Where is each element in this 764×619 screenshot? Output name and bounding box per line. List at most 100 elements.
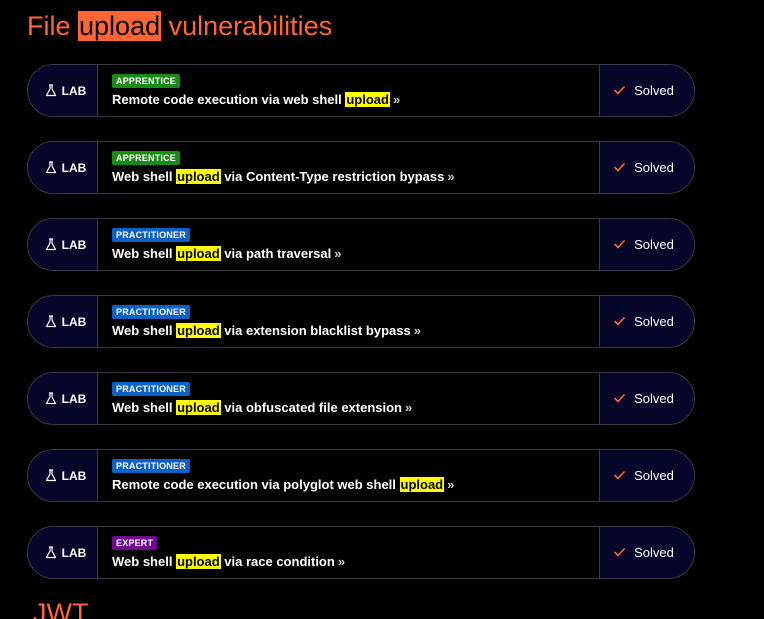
- flask-icon: [45, 392, 56, 405]
- lab-title-before: Remote code execution via web shell: [112, 91, 346, 107]
- section-title-before: File: [27, 11, 79, 41]
- lab-card[interactable]: LAB PRACTITIONER Remote code execution v…: [27, 449, 695, 502]
- lab-type-label: LAB: [61, 237, 87, 252]
- chevron-double-right-icon: »: [447, 476, 455, 492]
- status-solved: Solved: [599, 527, 694, 578]
- status-label: Solved: [634, 237, 674, 252]
- lab-type-label: LAB: [61, 468, 87, 483]
- lab-title-highlight: upload: [176, 399, 221, 415]
- lab-body: APPRENTICE Web shell upload via Content-…: [98, 142, 599, 193]
- section-title: File upload vulnerabilities: [27, 9, 332, 43]
- lab-card[interactable]: LAB PRACTITIONER Web shell upload via ex…: [27, 295, 695, 348]
- status-solved: Solved: [599, 373, 694, 424]
- lab-title-link[interactable]: Web shell upload via Content-Type restri…: [112, 168, 599, 185]
- lab-title-highlight: upload: [345, 91, 390, 107]
- lab-body: EXPERT Web shell upload via race conditi…: [98, 527, 599, 578]
- lab-title-highlight: upload: [176, 245, 221, 261]
- level-badge: APPRENTICE: [112, 73, 181, 88]
- status-solved: Solved: [599, 296, 694, 347]
- chevron-double-right-icon: »: [337, 553, 346, 569]
- flask-icon: [45, 469, 56, 482]
- lab-title-before: Web shell: [112, 553, 177, 569]
- lab-type-tag: LAB: [28, 219, 98, 270]
- lab-type-tag: LAB: [28, 142, 98, 193]
- level-badge: EXPERT: [112, 535, 158, 550]
- lab-title-link[interactable]: Remote code execution via polyglot web s…: [112, 476, 599, 493]
- check-icon: [614, 240, 625, 249]
- level-badge: PRACTITIONER: [112, 227, 190, 242]
- lab-body: PRACTITIONER Web shell upload via extens…: [98, 296, 599, 347]
- check-icon: [614, 471, 625, 480]
- lab-title-link[interactable]: Remote code execution via web shell uplo…: [112, 91, 599, 108]
- status-solved: Solved: [599, 142, 694, 193]
- status-label: Solved: [634, 83, 674, 98]
- lab-card[interactable]: LAB APPRENTICE Remote code execution via…: [27, 64, 695, 117]
- lab-title-after: via path traversal: [220, 245, 332, 261]
- lab-type-tag: LAB: [28, 527, 98, 578]
- lab-type-label: LAB: [61, 314, 87, 329]
- lab-title-highlight: upload: [176, 322, 221, 338]
- chevron-double-right-icon: »: [405, 399, 413, 415]
- lab-type-tag: LAB: [28, 373, 98, 424]
- section-title-after: vulnerabilities: [161, 11, 333, 41]
- lab-title-before: Web shell: [112, 168, 177, 184]
- lab-title-after: via obfuscated file extension: [220, 399, 402, 415]
- chevron-double-right-icon: »: [447, 168, 455, 184]
- lab-body: APPRENTICE Remote code execution via web…: [98, 65, 599, 116]
- chevron-double-right-icon: »: [392, 91, 401, 107]
- lab-title-after: via extension blacklist bypass: [220, 322, 411, 338]
- status-label: Solved: [634, 468, 674, 483]
- lab-title-highlight: upload: [176, 168, 221, 184]
- lab-type-label: LAB: [61, 160, 87, 175]
- lab-card[interactable]: LAB PRACTITIONER Web shell upload via ob…: [27, 372, 695, 425]
- lab-title-link[interactable]: Web shell upload via path traversal»: [112, 245, 599, 262]
- flask-icon: [45, 546, 56, 559]
- status-label: Solved: [634, 545, 674, 560]
- status-solved: Solved: [599, 219, 694, 270]
- chevron-double-right-icon: »: [413, 322, 421, 338]
- lab-card[interactable]: LAB PRACTITIONER Web shell upload via pa…: [27, 218, 695, 271]
- level-badge: PRACTITIONER: [112, 381, 190, 396]
- chevron-double-right-icon: »: [334, 245, 342, 261]
- lab-card[interactable]: LAB EXPERT Web shell upload via race con…: [27, 526, 695, 579]
- lab-body: PRACTITIONER Remote code execution via p…: [98, 450, 599, 501]
- next-section-title: JWT: [33, 598, 89, 619]
- check-icon: [614, 548, 625, 557]
- lab-title-highlight: upload: [399, 476, 445, 492]
- lab-type-label: LAB: [61, 83, 87, 98]
- lab-type-tag: LAB: [28, 65, 98, 116]
- lab-body: PRACTITIONER Web shell upload via path t…: [98, 219, 599, 270]
- lab-list: LAB APPRENTICE Remote code execution via…: [27, 64, 695, 603]
- status-solved: Solved: [599, 65, 694, 116]
- status-label: Solved: [634, 391, 674, 406]
- status-label: Solved: [634, 160, 674, 175]
- page: File upload vulnerabilities LAB APPRENTI…: [0, 0, 764, 619]
- lab-title-before: Web shell: [112, 322, 177, 338]
- flask-icon: [45, 84, 56, 97]
- status-solved: Solved: [599, 450, 694, 501]
- lab-type-tag: LAB: [28, 296, 98, 347]
- status-label: Solved: [634, 314, 674, 329]
- lab-type-label: LAB: [61, 545, 87, 560]
- flask-icon: [45, 315, 56, 328]
- check-icon: [614, 86, 625, 95]
- lab-title-after: via Content-Type restriction bypass: [220, 168, 445, 184]
- lab-title-before: Web shell: [112, 245, 177, 261]
- lab-title-link[interactable]: Web shell upload via race condition»: [112, 553, 599, 570]
- check-icon: [614, 317, 625, 326]
- lab-type-tag: LAB: [28, 450, 98, 501]
- lab-type-label: LAB: [61, 391, 87, 406]
- lab-title-highlight: upload: [176, 553, 221, 569]
- lab-title-link[interactable]: Web shell upload via obfuscated file ext…: [112, 399, 599, 416]
- lab-title-after: via race condition: [220, 553, 335, 569]
- check-icon: [614, 394, 625, 403]
- lab-title-before: Remote code execution via polyglot web s…: [112, 476, 400, 492]
- lab-card[interactable]: LAB APPRENTICE Web shell upload via Cont…: [27, 141, 695, 194]
- lab-title-link[interactable]: Web shell upload via extension blacklist…: [112, 322, 599, 339]
- flask-icon: [45, 161, 56, 174]
- level-badge: APPRENTICE: [112, 150, 181, 165]
- level-badge: PRACTITIONER: [112, 458, 190, 473]
- lab-body: PRACTITIONER Web shell upload via obfusc…: [98, 373, 599, 424]
- lab-title-before: Web shell: [112, 399, 177, 415]
- flask-icon: [45, 238, 56, 251]
